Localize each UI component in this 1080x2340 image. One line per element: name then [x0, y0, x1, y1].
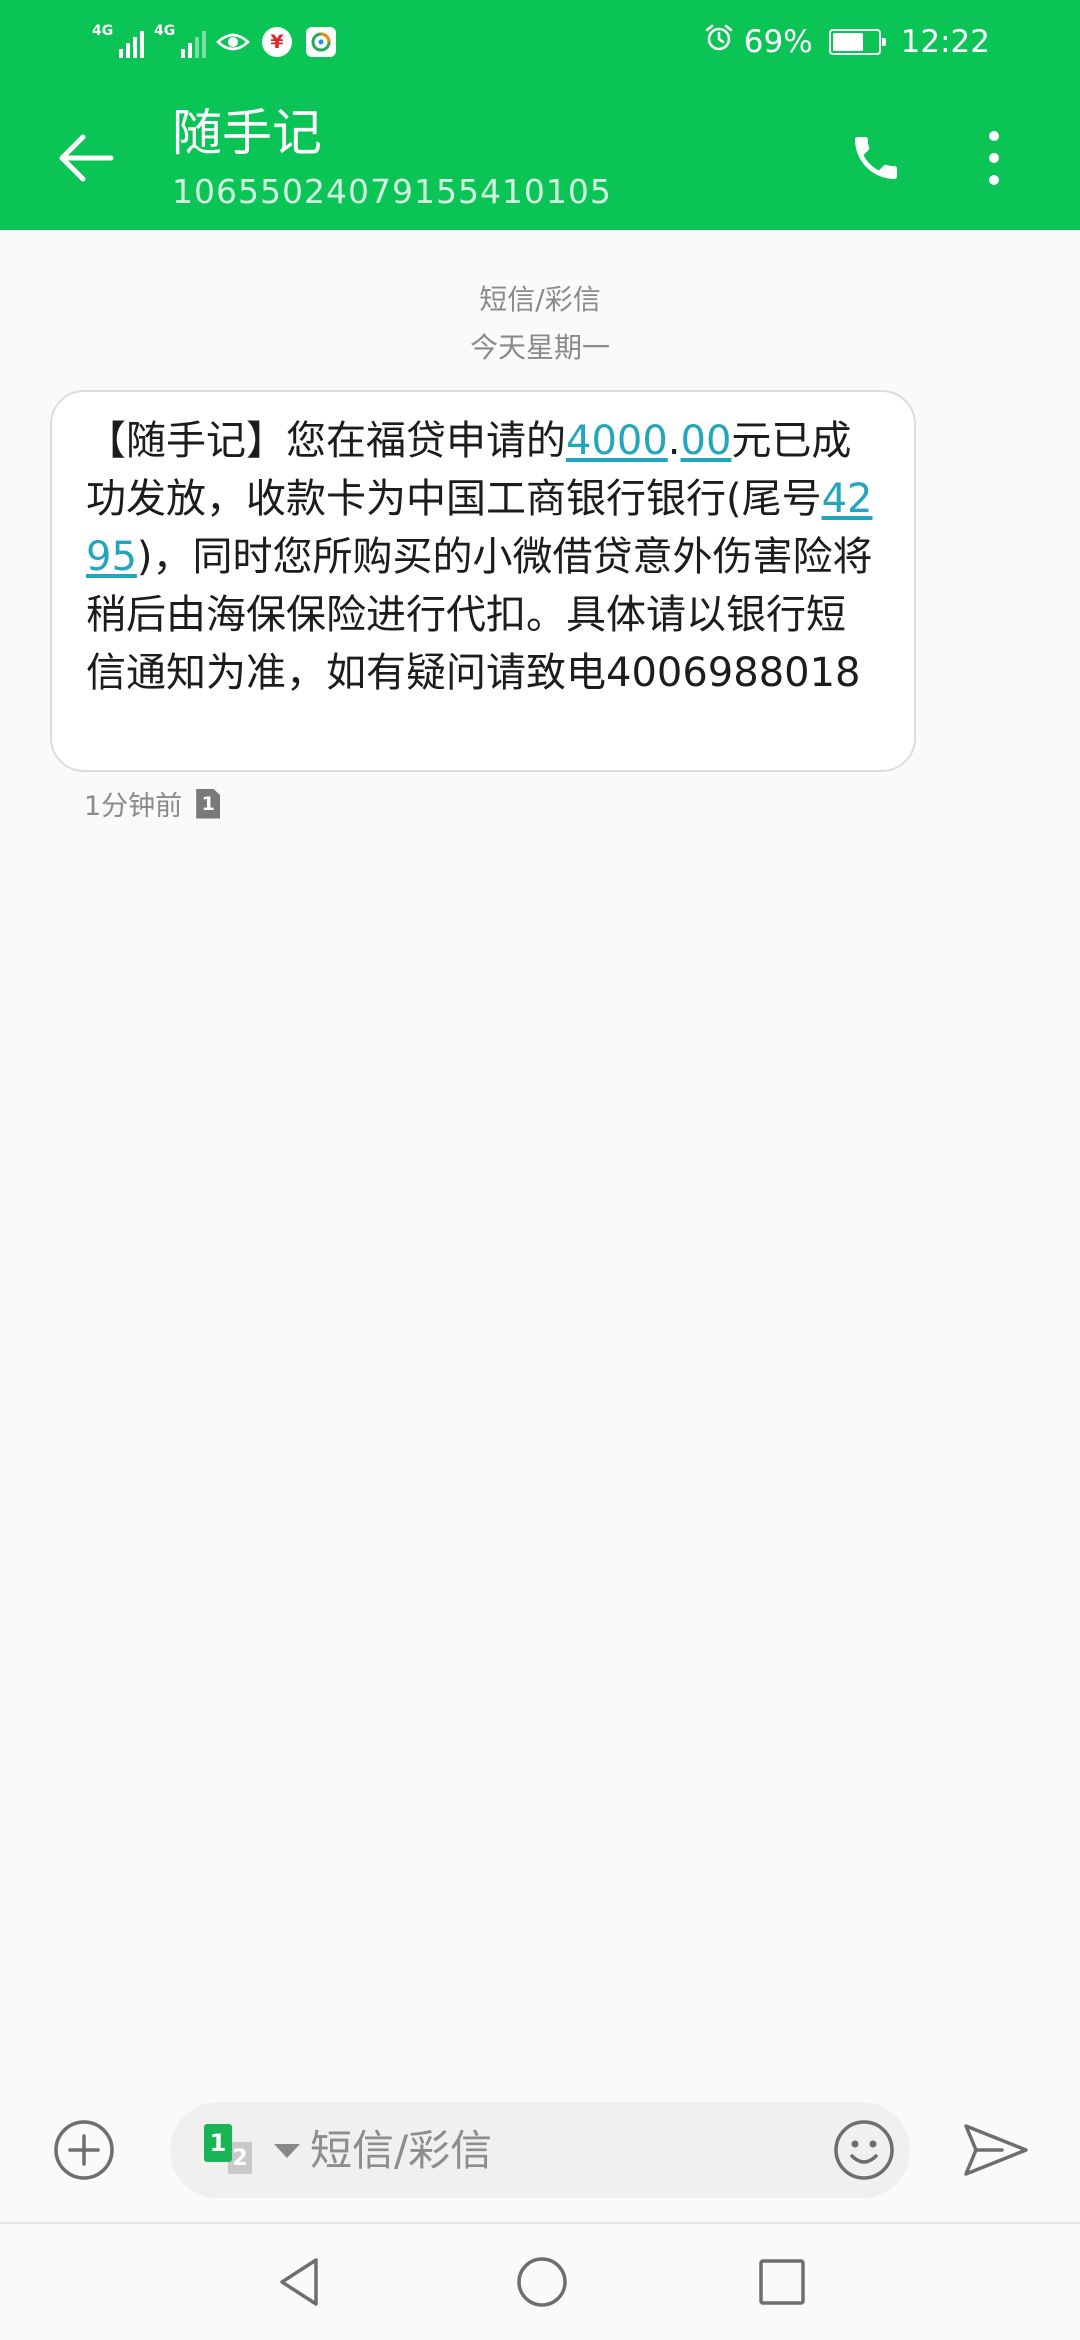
- more-options-button[interactable]: [968, 120, 1020, 196]
- nav-recent-icon: [759, 2259, 805, 2305]
- contact-number: 10655024079155410105: [172, 172, 612, 211]
- send-icon: [964, 2124, 1028, 2176]
- call-button[interactable]: [838, 120, 914, 196]
- network-type-label: 4G: [92, 23, 114, 39]
- sim-card-icon: 1: [196, 788, 221, 819]
- eye-icon: [216, 25, 250, 59]
- phone-icon: [855, 137, 897, 179]
- message-input-container: 2 1: [170, 2102, 910, 2198]
- message-meta: 1分钟前 1: [84, 784, 221, 823]
- app-notification-icon: [304, 25, 338, 59]
- message-composer: 2 1: [0, 2090, 1080, 2210]
- emoji-icon: [834, 2120, 894, 2180]
- message-text: 【随手记】您在福贷申请的4000.00元已成功发放，收款卡为中国工商银行银行(尾…: [86, 412, 878, 702]
- status-right-icons: 69% 12:22: [704, 20, 990, 64]
- amount-decimal-link[interactable]: 00: [681, 418, 732, 464]
- navigation-bar: [0, 2222, 1080, 2340]
- yunshanfu-icon: ¥: [260, 25, 294, 59]
- nav-back-icon: [280, 2258, 318, 2306]
- date-separator: 今天星期一: [469, 331, 610, 364]
- clock: 12:22: [900, 24, 990, 60]
- status-left-icons: 4G 4G ¥: [92, 20, 338, 64]
- status-bar: 4G 4G ¥ 69% 12:22: [0, 0, 1080, 84]
- battery-icon: [828, 29, 886, 55]
- amount-link[interactable]: 4000: [566, 418, 668, 464]
- nav-home-button[interactable]: [514, 2254, 570, 2310]
- battery-percent: 69%: [743, 24, 813, 60]
- back-arrow-icon: [59, 134, 114, 182]
- more-vert-icon: [989, 131, 999, 141]
- sim-switch-icon[interactable]: 2 1: [204, 2124, 262, 2176]
- message-bubble[interactable]: 【随手记】您在福贷申请的4000.00元已成功发放，收款卡为中国工商银行银行(尾…: [50, 390, 916, 772]
- contact-name: 随手记: [172, 104, 322, 162]
- sim-primary-label: 1: [204, 2124, 232, 2162]
- send-button[interactable]: [962, 2120, 1030, 2180]
- add-attachment-button[interactable]: [52, 2118, 116, 2182]
- nav-home-icon: [517, 2257, 567, 2307]
- network-type-label: 4G: [154, 23, 176, 39]
- amount-dot: .: [667, 418, 681, 464]
- signal-icon: 4G: [92, 22, 144, 62]
- message-time: 1分钟前: [84, 791, 183, 822]
- message-type-label: 短信/彩信: [479, 283, 601, 316]
- conversation-header: 随手记 10655024079155410105: [0, 84, 1080, 230]
- emoji-button[interactable]: [832, 2118, 896, 2182]
- nav-recent-button[interactable]: [756, 2256, 808, 2308]
- alarm-icon: [704, 23, 734, 61]
- add-circle-icon: [54, 2120, 114, 2180]
- message-text-part: 【随手记】您在福贷申请的: [86, 418, 566, 464]
- back-button[interactable]: [48, 120, 124, 196]
- dropdown-caret-icon[interactable]: [274, 2144, 300, 2158]
- signal-icon: 4G: [154, 22, 206, 62]
- message-input[interactable]: [310, 2116, 780, 2184]
- message-text-part: )，同时您所购买的小微借贷意外伤害险将稍后由海保保险进行代扣。具体请以银行短信通…: [86, 534, 873, 696]
- nav-back-button[interactable]: [272, 2254, 328, 2310]
